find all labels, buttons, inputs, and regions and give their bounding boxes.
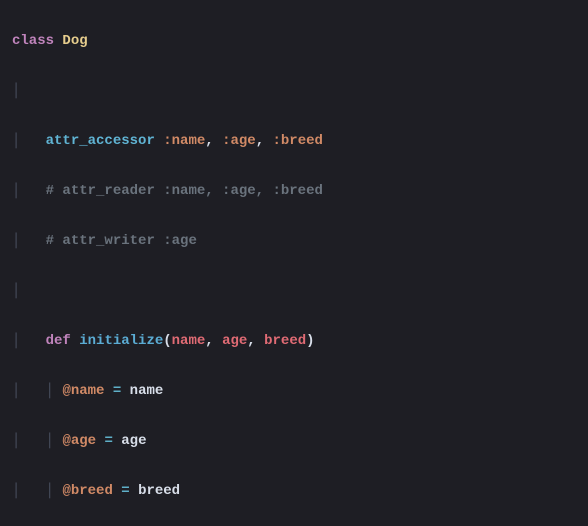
comment: # attr_reader :name, :age, :breed [46,183,323,199]
code-line[interactable]: │ [12,279,580,304]
method-name: initialize [79,333,163,349]
code-line[interactable]: │ │ @breed = breed [12,479,580,504]
code-line[interactable]: │ [12,79,580,104]
code-line[interactable]: │ def initialize(name, age, breed) [12,329,580,354]
code-line[interactable]: │ # attr_writer :age [12,229,580,254]
method-attr-accessor: attr_accessor [46,133,164,149]
keyword-def: def [46,333,80,349]
code-line[interactable]: │ # attr_reader :name, :age, :breed [12,179,580,204]
comment: # attr_writer :age [46,233,197,249]
code-line[interactable]: │ attr_accessor :name, :age, :breed [12,129,580,154]
code-line[interactable]: │ │ @age = age [12,429,580,454]
code-line[interactable]: class Dog [12,29,580,54]
class-name: Dog [62,33,87,49]
ivar: @name [62,383,104,399]
symbol: :name [163,133,205,149]
code-editor[interactable]: class Dog │ │ attr_accessor :name, :age,… [0,0,588,526]
keyword-class: class [12,33,62,49]
code-line[interactable]: │ │ @name = name [12,379,580,404]
